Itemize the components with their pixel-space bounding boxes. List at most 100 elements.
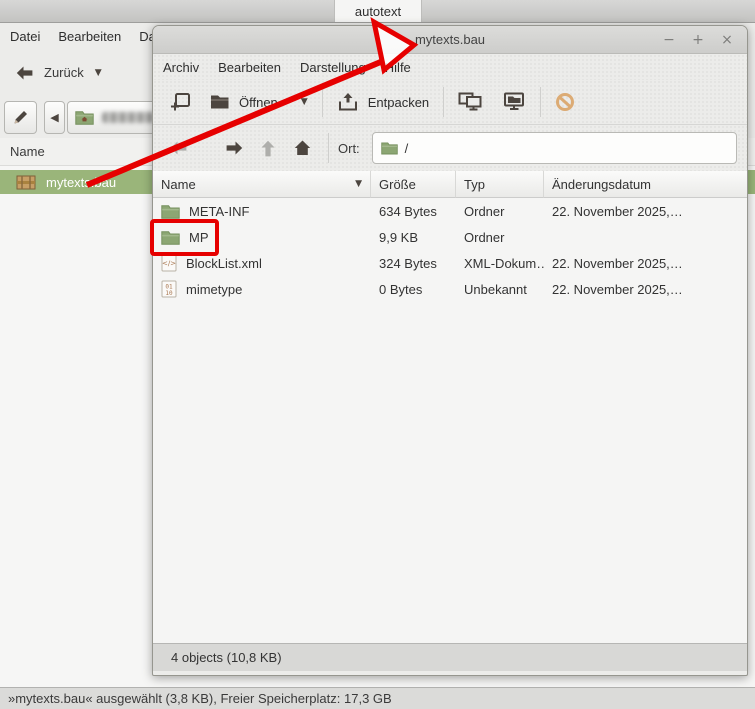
svg-text:</>: </> bbox=[162, 260, 176, 268]
archive-file-icon bbox=[16, 174, 36, 191]
file-manager-statusbar: »mytexts.bau« ausgewählt (3,8 KB), Freie… bbox=[0, 687, 755, 709]
column-header-size[interactable]: Größe bbox=[371, 171, 456, 198]
row-name: mimetype bbox=[186, 282, 242, 297]
table-row[interactable]: </> BlockList.xml 324 Bytes XML-Dokum… 2… bbox=[153, 250, 747, 276]
location-input[interactable]: / bbox=[372, 132, 737, 164]
row-type: XML-Dokum… bbox=[456, 256, 544, 271]
location-path: / bbox=[405, 141, 409, 156]
breadcrumb-scroll-left-button[interactable]: ◀ bbox=[44, 101, 65, 134]
new-archive-button[interactable] bbox=[161, 85, 200, 119]
archive-manager-window: mytexts.bau − + × Archiv Bearbeiten Dars… bbox=[152, 25, 748, 676]
new-archive-icon bbox=[170, 92, 191, 112]
row-size: 324 Bytes bbox=[371, 256, 456, 271]
location-label: Ort: bbox=[338, 141, 360, 156]
menu-archiv[interactable]: Archiv bbox=[163, 60, 199, 75]
window-controls: − + × bbox=[661, 26, 735, 53]
nav-forward-button[interactable] bbox=[217, 131, 251, 165]
table-row[interactable]: META-INF 634 Bytes Ordner 22. November 2… bbox=[153, 198, 747, 224]
view-file-button[interactable] bbox=[449, 85, 492, 119]
archive-menubar: Archiv Bearbeiten Darstellung Hilfe bbox=[153, 54, 747, 80]
edit-location-button[interactable] bbox=[4, 101, 37, 134]
file-list-header-label: Name bbox=[10, 144, 45, 159]
row-size: 634 Bytes bbox=[371, 204, 456, 219]
archive-file-list: META-INF 634 Bytes Ordner 22. November 2… bbox=[153, 198, 747, 643]
row-size: 0 Bytes bbox=[371, 282, 456, 297]
menu-datei[interactable]: Datei bbox=[10, 29, 40, 44]
open-archive-icon bbox=[209, 93, 230, 111]
menu-darstellung-archive[interactable]: Darstellung bbox=[300, 60, 366, 75]
archive-toolbar: Öffnen ▼ Entpacken bbox=[153, 80, 747, 125]
row-type: Unbekannt bbox=[456, 282, 544, 297]
back-button-label: Zurück bbox=[44, 65, 84, 80]
minimize-button[interactable]: − bbox=[661, 32, 677, 48]
archive-navbar: Ort: / bbox=[153, 125, 747, 171]
open-archive-button[interactable]: Öffnen ▼ bbox=[200, 85, 317, 119]
navbar-separator bbox=[328, 133, 329, 163]
archive-title: mytexts.bau bbox=[153, 32, 747, 47]
toolbar-separator bbox=[443, 87, 444, 117]
column-name-label: Name bbox=[161, 177, 196, 192]
archive-statusbar: 4 objects (10,8 KB) bbox=[153, 643, 747, 671]
display-windows-icon bbox=[458, 92, 483, 112]
archive-status-text: 4 objects (10,8 KB) bbox=[171, 650, 282, 665]
maximize-button[interactable]: + bbox=[690, 32, 706, 48]
row-name: META-INF bbox=[189, 204, 249, 219]
open-files-button[interactable] bbox=[492, 85, 535, 119]
row-type: Ordner bbox=[456, 204, 544, 219]
column-type-label: Typ bbox=[464, 177, 485, 192]
row-date: 22. November 2025,… bbox=[544, 204, 747, 219]
nav-back-button[interactable] bbox=[161, 131, 195, 165]
file-manager-titlebar: autotext bbox=[0, 0, 755, 23]
binary-file-icon: 01 10 bbox=[161, 280, 177, 298]
open-button-label: Öffnen bbox=[239, 95, 278, 110]
column-header-type[interactable]: Typ bbox=[456, 171, 544, 198]
close-button[interactable]: × bbox=[719, 32, 735, 48]
home-folder-icon bbox=[75, 110, 94, 125]
back-button[interactable]: Zurück ▼ bbox=[8, 56, 110, 89]
file-manager-title: autotext bbox=[355, 4, 401, 19]
open-recent-caret-icon[interactable]: ▼ bbox=[301, 97, 308, 107]
column-header-name[interactable]: Name ▼ bbox=[153, 171, 371, 198]
row-date: 22. November 2025,… bbox=[544, 282, 747, 297]
file-manager-status-text: »mytexts.bau« ausgewählt (3,8 KB), Freie… bbox=[8, 691, 392, 706]
row-name: BlockList.xml bbox=[186, 256, 262, 271]
stop-button[interactable] bbox=[546, 85, 584, 119]
display-folder-icon bbox=[501, 92, 526, 112]
home-icon bbox=[294, 140, 311, 156]
svg-text:10: 10 bbox=[165, 290, 173, 297]
table-row[interactable]: MP 9,9 KB Ordner bbox=[153, 224, 747, 250]
extract-button[interactable]: Entpacken bbox=[328, 85, 438, 119]
archive-window-bottom-frame bbox=[153, 671, 747, 675]
menu-bearbeiten[interactable]: Bearbeiten bbox=[58, 29, 121, 44]
row-size: 9,9 KB bbox=[371, 230, 456, 245]
extract-button-label: Entpacken bbox=[368, 95, 429, 110]
stop-icon bbox=[555, 92, 575, 112]
nav-back-icon bbox=[170, 141, 187, 155]
breadcrumb-home-button[interactable] bbox=[67, 101, 162, 134]
back-history-caret-icon[interactable]: ▼ bbox=[95, 68, 102, 78]
row-date: 22. November 2025,… bbox=[544, 256, 747, 271]
column-header-date[interactable]: Änderungsdatum bbox=[544, 171, 747, 198]
toolbar-separator bbox=[540, 87, 541, 117]
row-name: MP bbox=[189, 230, 209, 245]
column-headers: Name ▼ Größe Typ Änderungsdatum bbox=[153, 171, 747, 198]
scroll-left-icon: ◀ bbox=[50, 111, 58, 124]
menu-bearbeiten-archive[interactable]: Bearbeiten bbox=[218, 60, 281, 75]
menu-hilfe[interactable]: Hilfe bbox=[385, 60, 411, 75]
archive-titlebar: mytexts.bau − + × bbox=[153, 26, 747, 54]
selected-file-label: mytexts.bau bbox=[46, 175, 116, 190]
folder-icon bbox=[161, 230, 180, 245]
nav-up-icon bbox=[261, 140, 275, 157]
nav-forward-icon bbox=[226, 141, 243, 155]
toolbar-separator bbox=[322, 87, 323, 117]
row-type: Ordner bbox=[456, 230, 544, 245]
nav-home-button[interactable] bbox=[285, 131, 319, 165]
table-row[interactable]: 01 10 mimetype 0 Bytes Unbekannt 22. Nov… bbox=[153, 276, 747, 302]
back-arrow-icon bbox=[16, 66, 33, 80]
column-size-label: Größe bbox=[379, 177, 416, 192]
column-date-label: Änderungsdatum bbox=[552, 177, 651, 192]
xml-file-icon: </> bbox=[161, 254, 177, 272]
sort-descending-icon: ▼ bbox=[355, 179, 362, 189]
breadcrumb-blurred-text bbox=[102, 112, 154, 123]
nav-up-button[interactable] bbox=[251, 131, 285, 165]
